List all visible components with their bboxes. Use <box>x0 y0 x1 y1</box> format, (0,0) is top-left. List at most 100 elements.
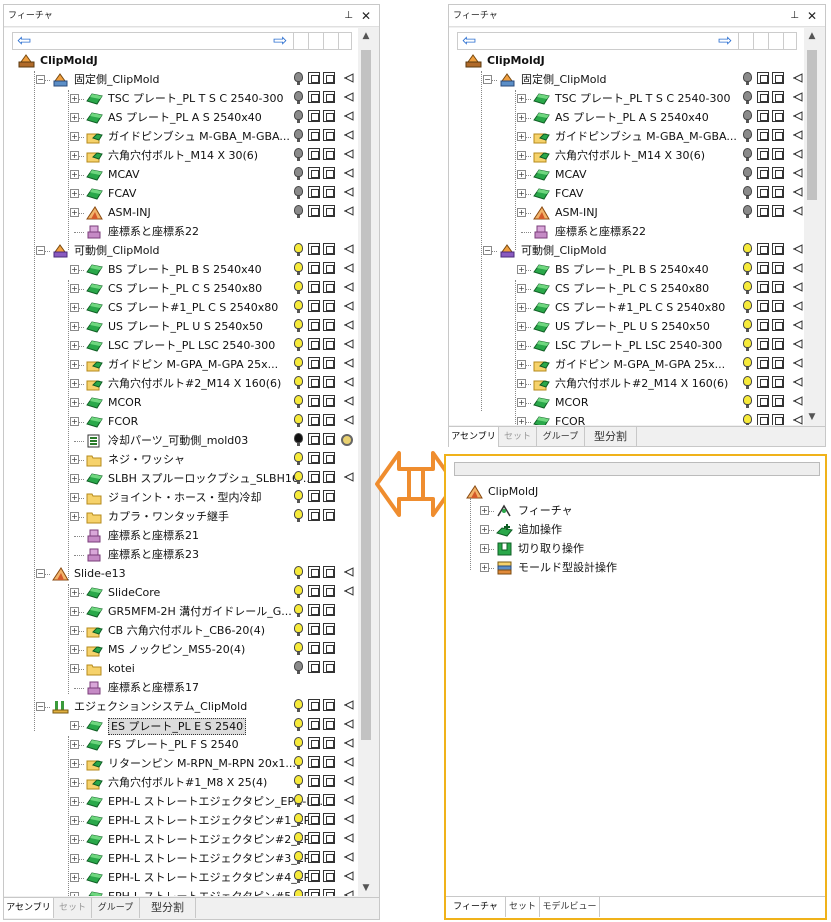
lock-icon[interactable] <box>323 718 335 730</box>
flag-icon[interactable] <box>344 719 354 729</box>
lock-icon[interactable] <box>323 471 335 483</box>
visibility-bulb-icon[interactable] <box>294 110 303 123</box>
flag-icon[interactable] <box>344 130 354 140</box>
visibility-bulb-icon[interactable] <box>294 129 303 142</box>
flag-icon[interactable] <box>793 73 803 83</box>
suppress-icon[interactable] <box>308 642 320 654</box>
suppress-icon[interactable] <box>308 357 320 369</box>
flag-icon[interactable] <box>344 586 354 596</box>
suppress-icon[interactable] <box>308 623 320 635</box>
expand-icon[interactable]: + <box>517 322 526 331</box>
tree-item[interactable]: + カプラ・ワンタッチ継手 <box>4 507 358 526</box>
suppress-icon[interactable] <box>308 395 320 407</box>
tree-item[interactable]: + US プレート_PL U S 2540x50 <box>4 317 358 336</box>
expand-icon[interactable]: + <box>517 151 526 160</box>
tree-item[interactable]: + AS プレート_PL A S 2540x40 <box>449 108 804 127</box>
suppress-icon[interactable] <box>308 566 320 578</box>
pin-icon[interactable]: ⊥ <box>790 5 799 27</box>
expand-icon[interactable]: + <box>517 170 526 179</box>
tab-1[interactable]: セット <box>54 898 92 918</box>
lock-icon[interactable] <box>323 281 335 293</box>
suppress-icon[interactable] <box>757 281 769 293</box>
tree-item[interactable]: + ASM-INJ <box>4 203 358 222</box>
tree-item[interactable]: 座標系と座標系22 <box>449 222 804 241</box>
tree-item[interactable]: + AS プレート_PL A S 2540x40 <box>4 108 358 127</box>
visibility-bulb-icon[interactable] <box>294 775 303 788</box>
suppress-icon[interactable] <box>757 110 769 122</box>
suppress-icon[interactable] <box>308 300 320 312</box>
visibility-bulb-icon[interactable] <box>294 357 303 370</box>
scroll-up-icon[interactable]: ▲ <box>805 30 819 42</box>
expand-icon[interactable]: + <box>70 303 79 312</box>
tree-item[interactable]: 冷却パーツ_可動側_mold03 <box>4 431 358 450</box>
lock-icon[interactable] <box>323 832 335 844</box>
right-assembly-tree[interactable]: ⇦ ⇨ ClipMoldJ − 固定側_ClipMold + TSC プレート_PL T… <box>449 28 804 425</box>
flag-icon[interactable] <box>344 567 354 577</box>
visibility-bulb-icon[interactable] <box>294 661 303 674</box>
visibility-bulb-icon[interactable] <box>743 72 752 85</box>
tree-item[interactable]: + EPH-L ストレートエジェクタピン#3_EP... <box>4 849 358 868</box>
suppress-icon[interactable] <box>757 376 769 388</box>
forward-arrow-icon[interactable]: ⇨ <box>273 31 287 51</box>
lock-icon[interactable] <box>772 91 784 103</box>
lock-icon[interactable] <box>323 775 335 787</box>
expand-icon[interactable]: + <box>480 525 489 534</box>
tab-0[interactable]: アセンブリ <box>4 898 54 918</box>
lock-icon[interactable] <box>323 148 335 160</box>
lock-icon[interactable] <box>323 205 335 217</box>
flag-icon[interactable] <box>793 130 803 140</box>
expand-icon[interactable]: + <box>517 379 526 388</box>
suppress-icon[interactable] <box>757 319 769 331</box>
tree-item[interactable]: + EPH-L ストレートエジェクタピン#2_EP... <box>4 830 358 849</box>
flag-icon[interactable] <box>344 92 354 102</box>
expand-icon[interactable]: + <box>70 132 79 141</box>
lock-icon[interactable] <box>772 243 784 255</box>
flag-icon[interactable] <box>344 358 354 368</box>
visibility-bulb-icon[interactable] <box>743 262 752 275</box>
lock-icon[interactable] <box>772 148 784 160</box>
visibility-bulb-icon[interactable] <box>743 300 752 313</box>
flag-icon[interactable] <box>344 282 354 292</box>
expand-icon[interactable]: + <box>70 892 79 896</box>
suppress-icon[interactable] <box>308 281 320 293</box>
flag-icon[interactable] <box>793 149 803 159</box>
lock-icon[interactable] <box>323 737 335 749</box>
flag-icon[interactable] <box>793 244 803 254</box>
lock-icon[interactable] <box>772 72 784 84</box>
tree-item[interactable]: + CS プレート#1_PL C S 2540x80 <box>449 298 804 317</box>
scroll-thumb[interactable] <box>807 50 817 200</box>
expand-icon[interactable]: + <box>70 512 79 521</box>
expand-icon[interactable]: + <box>517 303 526 312</box>
tree-item[interactable]: + 六角穴付ボルト_M14 X 30(6) <box>4 146 358 165</box>
visibility-bulb-icon[interactable] <box>743 91 752 104</box>
visibility-bulb-icon[interactable] <box>294 851 303 864</box>
expand-icon[interactable]: + <box>70 170 79 179</box>
tree-item[interactable]: + FCOR <box>4 412 358 431</box>
visibility-bulb-icon[interactable] <box>294 490 303 503</box>
tree-item[interactable]: + FS プレート_PL F S 2540 <box>4 735 358 754</box>
flag-icon[interactable] <box>344 320 354 330</box>
suppress-icon[interactable] <box>308 699 320 711</box>
tree-item[interactable]: + 切り取り操作 <box>452 539 812 558</box>
expand-icon[interactable]: + <box>480 563 489 572</box>
lock-icon[interactable] <box>323 72 335 84</box>
visibility-bulb-icon[interactable] <box>294 376 303 389</box>
visibility-bulb-icon[interactable] <box>294 832 303 845</box>
expand-icon[interactable]: + <box>70 778 79 787</box>
flag-icon[interactable] <box>793 396 803 406</box>
flag-icon[interactable] <box>344 472 354 482</box>
collapse-icon[interactable]: − <box>483 246 492 255</box>
suppress-icon[interactable] <box>308 756 320 768</box>
tree-item[interactable]: + FCAV <box>4 184 358 203</box>
tab-2[interactable]: グループ <box>92 898 140 918</box>
tree-item[interactable]: + GR5MFM-2H 溝付ガイドレール_G... <box>4 602 358 621</box>
visibility-bulb-icon[interactable] <box>294 889 303 896</box>
visibility-bulb-icon[interactable] <box>294 262 303 275</box>
lock-icon[interactable] <box>323 889 335 896</box>
expand-icon[interactable]: + <box>70 322 79 331</box>
flag-icon[interactable] <box>793 111 803 121</box>
flag-icon[interactable] <box>793 377 803 387</box>
suppress-icon[interactable] <box>757 167 769 179</box>
visibility-bulb-icon[interactable] <box>294 737 303 750</box>
suppress-icon[interactable] <box>308 661 320 673</box>
